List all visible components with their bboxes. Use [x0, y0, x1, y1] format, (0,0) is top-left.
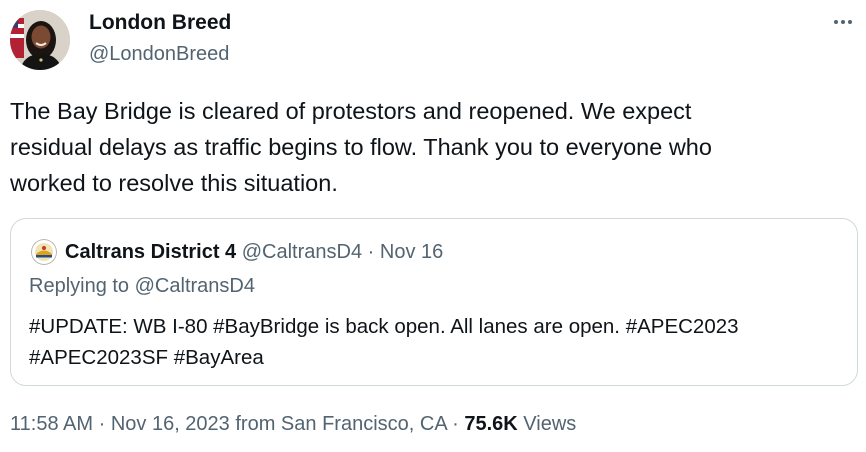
views-count[interactable]: 75.6K — [464, 413, 517, 435]
tweet-time[interactable]: 11:58 AM — [10, 413, 93, 435]
tweet-date[interactable]: Nov 16, 2023 — [111, 413, 230, 435]
more-horizontal-icon — [834, 20, 852, 24]
quoted-date[interactable]: Nov 16 — [380, 241, 443, 263]
author-name[interactable]: London Breed — [89, 11, 231, 35]
footer-separator: · — [98, 413, 106, 435]
quoted-tweet-text: #UPDATE: WB I-80 #BayBridge is back open… — [29, 315, 739, 369]
tweet-text: The Bay Bridge is cleared of protestors … — [10, 98, 712, 196]
views-label[interactable]: Views — [523, 413, 576, 435]
caltrans-logo-icon — [31, 239, 57, 265]
footer-separator: · — [452, 413, 459, 435]
quoted-tweet-card[interactable]: Caltrans District 4 @CaltransD4 · Nov 16… — [10, 218, 858, 386]
tweet-footer: 11:58 AM · Nov 16, 2023 from San Francis… — [10, 413, 576, 436]
tweet-location: from San Francisco, CA — [235, 413, 447, 435]
profile-photo-icon — [10, 10, 70, 70]
more-options-button[interactable] — [826, 8, 860, 36]
replying-to: Replying to @CaltransD4 — [29, 275, 255, 298]
author-handle[interactable]: @LondonBreed — [89, 43, 229, 66]
author-avatar[interactable] — [10, 10, 70, 70]
quoted-meta: Caltrans District 4 @CaltransD4 · Nov 16 — [65, 241, 443, 264]
quoted-author-avatar[interactable] — [31, 239, 57, 265]
quoted-author-name[interactable]: Caltrans District 4 — [65, 241, 236, 263]
quoted-author-handle[interactable]: @CaltransD4 — [242, 241, 362, 263]
replying-prefix: Replying to — [29, 275, 130, 297]
quoted-separator: · — [367, 241, 375, 263]
replying-handle-link[interactable]: @CaltransD4 — [135, 275, 255, 297]
